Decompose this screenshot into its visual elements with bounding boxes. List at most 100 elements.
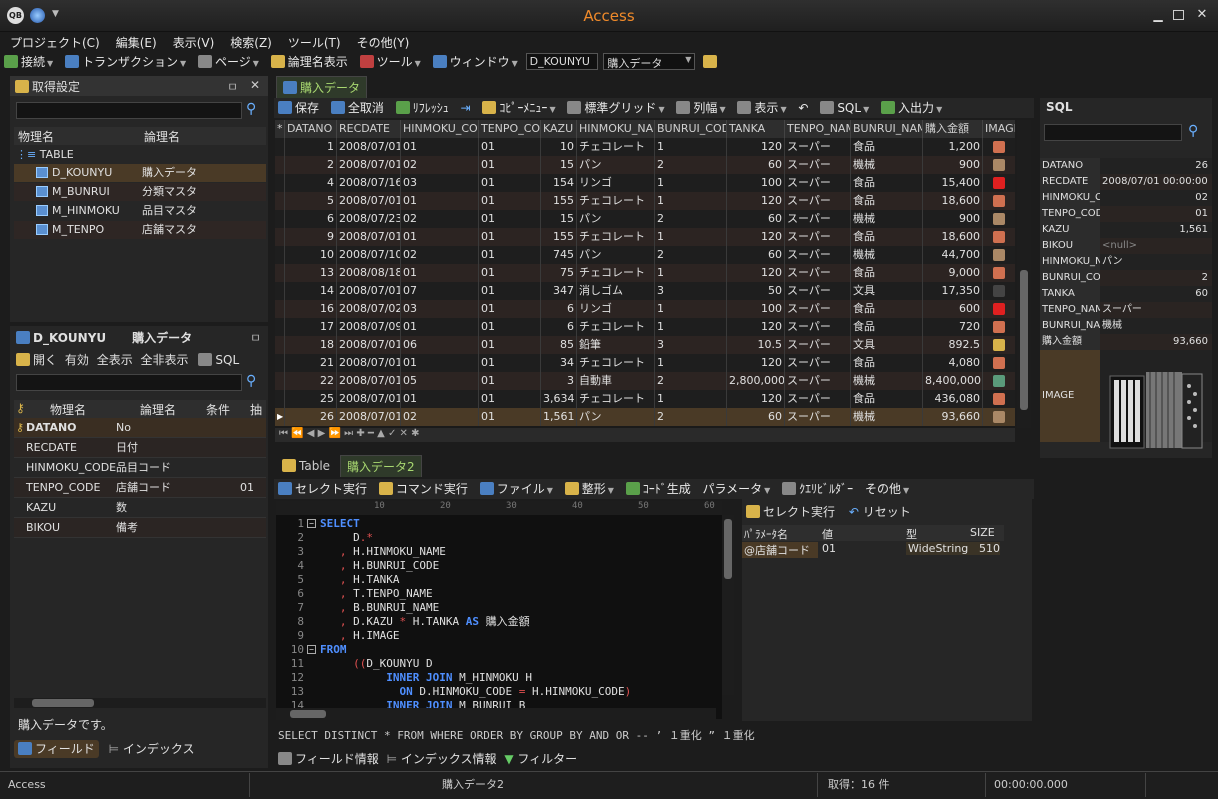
grid-navigator[interactable]: ⏮ ⏪ ◀ ▶ ⏩ ⏭ ✚ ━ ▲ ✓ ✕ ✱ — [275, 428, 1015, 442]
table-cell[interactable]: 01 — [479, 192, 541, 210]
enable-button[interactable]: 有効 — [65, 353, 89, 367]
table-cell[interactable]: 60 — [727, 408, 785, 426]
table-cell[interactable]: 2008/07/01 — [337, 156, 401, 174]
col-condition[interactable]: 条件 — [206, 401, 230, 418]
minimize-icon[interactable]: ▁ — [1151, 8, 1165, 22]
table-cell[interactable]: パン — [577, 210, 655, 228]
scroll-thumb[interactable] — [32, 699, 94, 707]
window-button[interactable]: ウィンドウ ▼ — [429, 52, 522, 71]
tab-field-info[interactable]: フィールド情報 — [278, 752, 379, 766]
table-cell[interactable]: 18,600 — [923, 228, 983, 246]
col-physical-name[interactable]: 物理名 — [18, 128, 54, 145]
table-cell[interactable]: 2008/07/09 — [337, 318, 401, 336]
col-param-value[interactable]: 値 — [822, 526, 833, 542]
table-cell[interactable]: 4,080 — [923, 354, 983, 372]
table-cell[interactable]: 01 — [479, 264, 541, 282]
table-cell[interactable]: 10.5 — [727, 336, 785, 354]
table-cell[interactable]: 6 — [285, 210, 337, 228]
column-header[interactable]: DATANO — [285, 120, 337, 138]
col-param-name[interactable]: ﾊﾟﾗﾒｰﾀ名 — [744, 526, 788, 542]
table-row[interactable]: 1 2008/07/01 01 01 10 チェコレート 1 120 スーパー 食品 1,200 — [275, 138, 1015, 156]
table-cell[interactable]: スーパー — [785, 174, 851, 192]
menu-view[interactable]: 表示(V) — [163, 32, 221, 51]
table-cell[interactable]: 155 — [541, 228, 577, 246]
sql-line[interactable]: 10− FROM — [276, 643, 716, 657]
table-cell[interactable]: 2008/07/01 — [337, 228, 401, 246]
table-cell[interactable]: 2008/07/01 — [337, 282, 401, 300]
param-value-cell[interactable]: 01 — [822, 542, 836, 555]
table-cell[interactable]: 消しゴム — [577, 282, 655, 300]
table-cell[interactable]: 01 — [479, 300, 541, 318]
column-header[interactable]: IMAGE — [983, 120, 1015, 138]
table-cell[interactable]: 900 — [923, 210, 983, 228]
table-list-item[interactable]: D_KOUNYU 購入データ — [14, 164, 266, 182]
column-header[interactable]: HINMOKU_NAME — [577, 120, 655, 138]
image-thumbnail-icon[interactable] — [983, 156, 1015, 174]
scroll-thumb[interactable] — [290, 710, 326, 718]
table-cell[interactable]: パン — [577, 408, 655, 426]
table-cell[interactable]: 機械 — [851, 246, 923, 264]
table-cell[interactable]: 2 — [655, 156, 727, 174]
record-field-row[interactable]: HINMOKU_NA パン — [1040, 254, 1212, 270]
col-param-size[interactable]: SIZE — [970, 526, 995, 539]
transaction-button[interactable]: トランザクション ▼ — [61, 52, 190, 71]
sql-line[interactable]: 7 , B.BUNRUI_NAME — [276, 601, 716, 615]
table-cell[interactable]: 2 — [655, 210, 727, 228]
table-cell[interactable]: 10 — [541, 138, 577, 156]
table-cell[interactable]: チェコレート — [577, 228, 655, 246]
tab-purchase-data-2[interactable]: 購入データ2 — [340, 455, 422, 477]
column-width-button[interactable]: 列幅 ▼ — [672, 98, 729, 117]
table-cell[interactable]: 1 — [655, 192, 727, 210]
table-cell[interactable]: 1 — [655, 264, 727, 282]
table-cell[interactable]: 01 — [479, 228, 541, 246]
table-logical-select[interactable]: 購入データ ▼ — [603, 53, 696, 70]
record-field-value[interactable]: スーパー — [1102, 302, 1208, 318]
table-row[interactable]: 21 2008/07/01 01 01 34 チェコレート 1 120 スーパー 食品 4,080 — [275, 354, 1015, 372]
refresh-button[interactable]: ﾘﾌﾚｯｼｭ — [392, 98, 453, 117]
column-header[interactable]: TENPO_CODE — [479, 120, 541, 138]
table-cell[interactable]: 16 — [285, 300, 337, 318]
select-run-button[interactable]: セレクト実行 — [274, 479, 371, 498]
table-cell[interactable]: 347 — [541, 282, 577, 300]
open-button[interactable]: 開く — [16, 353, 57, 367]
table-cell[interactable]: チェコレート — [577, 264, 655, 282]
table-cell[interactable]: 745 — [541, 246, 577, 264]
record-field-row[interactable]: BIKOU <null> — [1040, 238, 1212, 254]
menu-project[interactable]: プロジェクト(C) — [0, 32, 106, 51]
tree-root[interactable]: ⋮≡ TABLE — [16, 148, 74, 161]
table-cell[interactable]: 02 — [401, 210, 479, 228]
sql-keyword-bar[interactable]: SELECT DISTINCT * FROM WHERE ORDER BY GR… — [278, 727, 755, 743]
data-grid[interactable]: *DATANORECDATEHINMOKU_CODETENPO_CODEKAZU… — [275, 120, 1015, 428]
cancel-all-button[interactable]: 全取消 — [327, 98, 388, 117]
table-cell[interactable]: 100 — [727, 300, 785, 318]
image-thumbnail-icon[interactable] — [983, 192, 1015, 210]
image-thumbnail-icon[interactable] — [983, 354, 1015, 372]
table-cell[interactable]: 機械 — [851, 408, 923, 426]
query-builder-button[interactable]: ｸｴﾘﾋﾞﾙﾀﾞｰ — [778, 479, 857, 498]
table-cell[interactable]: 機械 — [851, 210, 923, 228]
sql-line[interactable]: 8 , D.KAZU * H.TANKA AS 購入金額 — [276, 615, 716, 629]
row-selector[interactable] — [275, 390, 285, 408]
table-cell[interactable]: 01 — [479, 354, 541, 372]
table-cell[interactable]: スーパー — [785, 156, 851, 174]
table-cell[interactable]: 120 — [727, 264, 785, 282]
table-cell[interactable]: 01 — [401, 228, 479, 246]
record-field-row[interactable]: TENPO_CODE 01 — [1040, 206, 1212, 222]
table-cell[interactable]: 01 — [479, 408, 541, 426]
table-row[interactable]: 16 2008/07/02 03 01 6 リンゴ 1 100 スーパー 食品 600 — [275, 300, 1015, 318]
field-row[interactable]: KAZU 数 — [14, 498, 266, 518]
table-cell[interactable]: 2008/07/10 — [337, 246, 401, 264]
table-cell[interactable]: 01 — [479, 390, 541, 408]
show-all-button[interactable]: 全表示 — [97, 353, 133, 367]
tab-index-info[interactable]: ⊨ インデックス情報 — [387, 752, 497, 766]
record-field-row[interactable]: TENPO_NAME スーパー — [1040, 302, 1212, 318]
table-cell[interactable]: 03 — [401, 300, 479, 318]
sql-button[interactable]: SQL — [198, 353, 239, 367]
column-header[interactable]: KAZU — [541, 120, 577, 138]
image-thumbnail-icon[interactable] — [983, 174, 1015, 192]
pin-icon[interactable]: ㅁ — [250, 329, 261, 346]
table-cell[interactable]: 3 — [541, 372, 577, 390]
table-row[interactable]: 5 2008/07/01 01 01 155 チェコレート 1 120 スーパー 食品 18,600 — [275, 192, 1015, 210]
table-cell[interactable]: 食品 — [851, 354, 923, 372]
row-selector[interactable] — [275, 138, 285, 156]
